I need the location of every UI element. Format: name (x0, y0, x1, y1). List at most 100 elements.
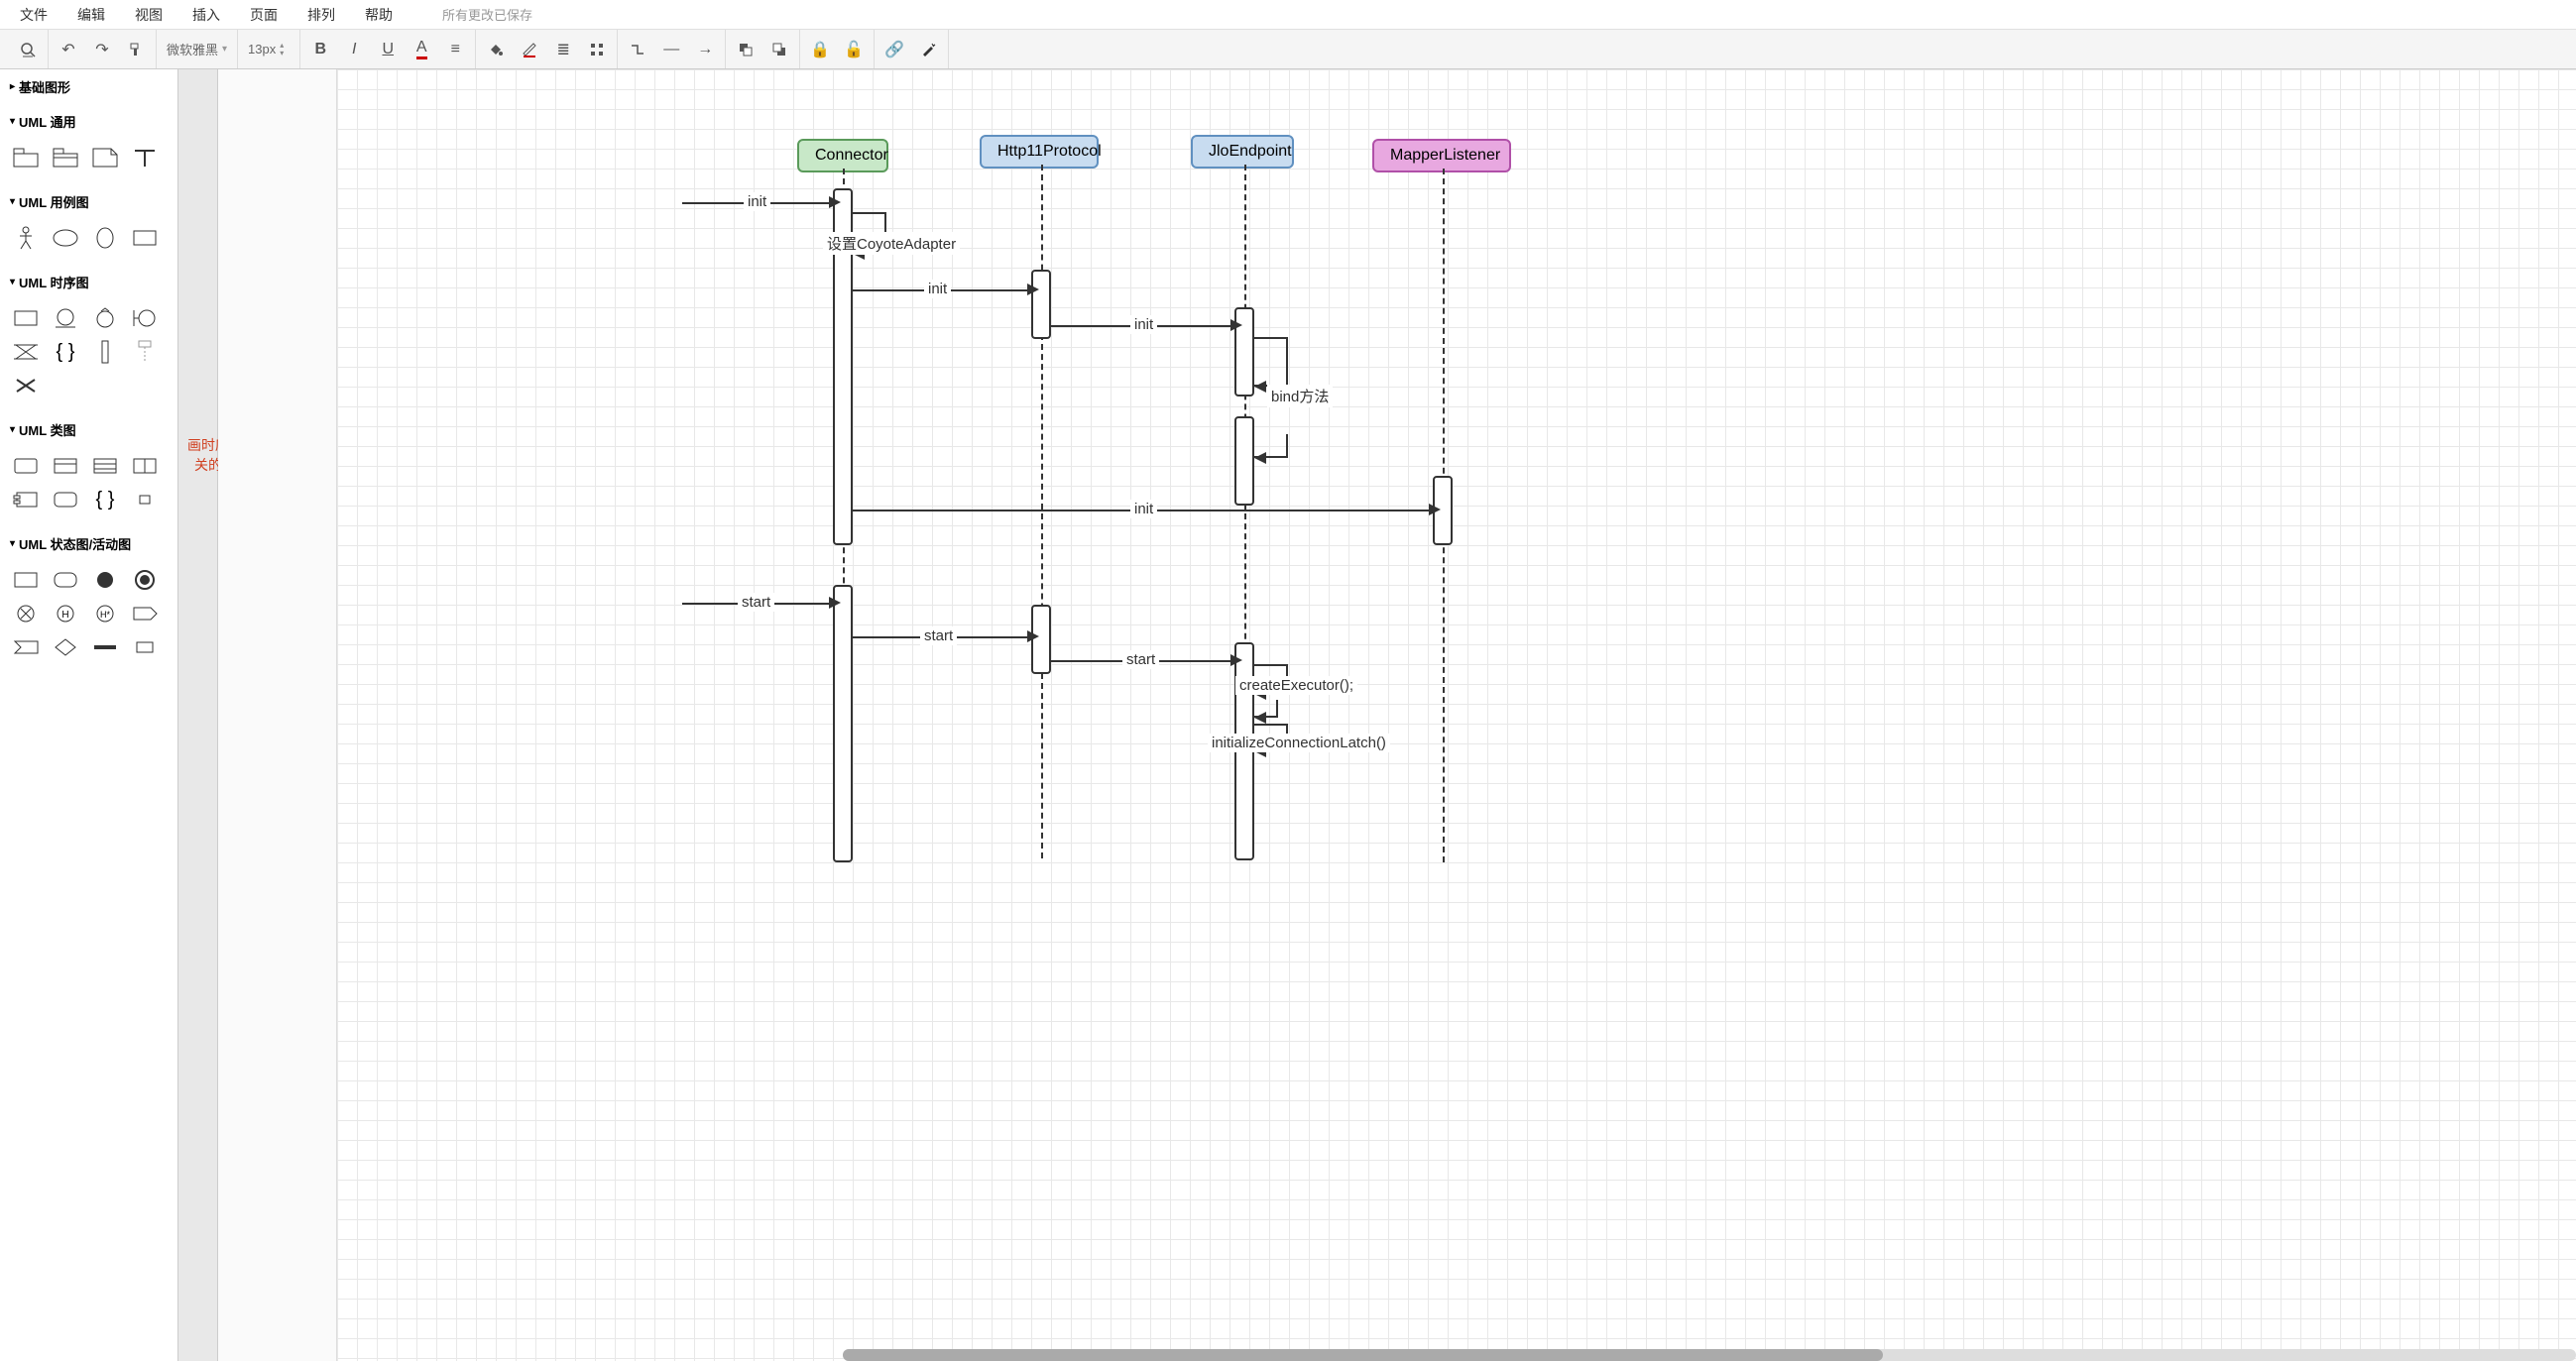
activation-bar[interactable] (1031, 270, 1051, 339)
font-size-input[interactable]: 13px ▴ ▾ (244, 40, 293, 59)
section-basic-shapes[interactable]: ▸基础图形 (0, 69, 177, 104)
underline-icon[interactable]: U (374, 36, 402, 63)
message-label: init (1130, 500, 1157, 518)
lifeline-http11protocol[interactable]: Http11Protocol (980, 135, 1099, 169)
text-align-icon[interactable]: ≡ (441, 36, 469, 63)
bold-icon[interactable]: B (306, 36, 334, 63)
font-color-icon[interactable]: A (408, 36, 435, 63)
shape-seq-boundary[interactable] (127, 303, 163, 333)
shape-class-simple[interactable] (8, 451, 44, 481)
shape-diamond[interactable] (48, 632, 83, 662)
message-label: createExecutor(); (1235, 676, 1357, 695)
shape-history[interactable]: H (48, 599, 83, 628)
arrow-start-icon[interactable]: — (657, 36, 685, 63)
shape-package[interactable] (8, 143, 44, 172)
menu-help[interactable]: 帮助 (365, 5, 393, 25)
menu-arrange[interactable]: 排列 (307, 5, 335, 25)
menu-page[interactable]: 页面 (250, 5, 278, 25)
shape-class-2[interactable] (48, 451, 83, 481)
shape-state-rounded[interactable] (48, 565, 83, 595)
shape-rect[interactable] (127, 223, 163, 253)
lifeline-mapperlistener[interactable]: MapperListener (1372, 139, 1511, 172)
shape-class-braces[interactable]: { } (87, 485, 123, 514)
message-label: initializeConnectionLatch() (1208, 734, 1390, 752)
section-uml-general[interactable]: ▾UML 通用 (0, 104, 177, 139)
lock-icon[interactable]: 🔒 (806, 36, 834, 63)
menu-insert[interactable]: 插入 (192, 5, 220, 25)
shape-seq-destroy[interactable] (8, 371, 44, 400)
shape-seq-control[interactable] (87, 303, 123, 333)
shape-final[interactable] (127, 565, 163, 595)
font-family-select[interactable]: 微软雅黑▾ (163, 38, 231, 60)
connector-type-icon[interactable] (624, 36, 651, 63)
section-uml-usecase[interactable]: ▾UML 用例图 (0, 184, 177, 219)
link-icon[interactable]: 🔗 (880, 36, 908, 63)
activation-bar[interactable] (833, 585, 853, 862)
message-label: init (924, 280, 951, 298)
shape-signal[interactable] (127, 599, 163, 628)
shape-folder[interactable] (48, 143, 83, 172)
shape-text[interactable] (127, 143, 163, 172)
shape-class-small[interactable] (127, 485, 163, 514)
zoom-icon[interactable] (14, 36, 42, 63)
arrow-end-icon[interactable]: → (691, 36, 719, 63)
svg-text:H: H (61, 610, 68, 621)
shapes-sidebar: ▸基础图形 ▾UML 通用 ▾UML 用例图 ▾UML 时序图 (0, 69, 178, 1361)
section-uml-state[interactable]: ▾UML 状态图/活动图 (0, 526, 177, 561)
align-distribute-icon[interactable]: ≣ (549, 36, 577, 63)
shape-state-rect[interactable] (8, 565, 44, 595)
message-label: init (1130, 315, 1157, 334)
shape-seq-rect[interactable] (8, 303, 44, 333)
shape-terminate[interactable] (8, 599, 44, 628)
line-color-icon[interactable] (516, 36, 543, 63)
canvas-area[interactable]: 画时序图相关的元素 Connector Http11Protocol JloEn… (178, 69, 2576, 1361)
shape-initial[interactable] (87, 565, 123, 595)
shape-component[interactable] (8, 485, 44, 514)
shape-receive[interactable] (8, 632, 44, 662)
shape-actor[interactable] (8, 223, 44, 253)
shape-seq-lifeline[interactable] (127, 337, 163, 367)
italic-icon[interactable]: I (340, 36, 368, 63)
fill-color-icon[interactable] (482, 36, 510, 63)
format-painter-icon[interactable] (122, 36, 150, 63)
arrow-head-icon (1230, 654, 1242, 666)
section-uml-class[interactable]: ▾UML 类图 (0, 412, 177, 447)
shape-class-rounded[interactable] (48, 485, 83, 514)
shape-class-4[interactable] (127, 451, 163, 481)
sequence-diagram[interactable]: Connector Http11Protocol JloEndpoint Map… (337, 69, 2576, 1361)
message-label: init (744, 192, 770, 211)
horizontal-scrollbar[interactable] (843, 1349, 2576, 1361)
font-size-down-icon[interactable]: ▾ (280, 50, 290, 57)
shape-seq-fragment[interactable] (8, 337, 44, 367)
unlock-icon[interactable]: 🔓 (840, 36, 868, 63)
send-back-icon[interactable] (765, 36, 793, 63)
menu-file[interactable]: 文件 (20, 5, 48, 25)
redo-icon[interactable]: ↷ (88, 36, 116, 63)
menu-edit[interactable]: 编辑 (77, 5, 105, 25)
undo-icon[interactable]: ↶ (55, 36, 82, 63)
self-call[interactable] (1254, 337, 1288, 387)
shape-oval[interactable] (87, 223, 123, 253)
shape-seq-braces[interactable]: { } (48, 337, 83, 367)
shape-state-small[interactable] (127, 632, 163, 662)
canvas-ruler: 画时序图相关的元素 (178, 69, 218, 1361)
shape-ellipse[interactable] (48, 223, 83, 253)
menu-view[interactable]: 视图 (135, 5, 163, 25)
magic-wand-icon[interactable] (914, 36, 942, 63)
distribute-icon[interactable] (583, 36, 611, 63)
shape-note[interactable] (87, 143, 123, 172)
arrow-head-icon (1254, 381, 1266, 393)
activation-bar[interactable] (1234, 416, 1254, 506)
arrow-head-icon (1429, 504, 1441, 515)
lifeline-dash (1041, 165, 1043, 858)
bring-front-icon[interactable] (732, 36, 760, 63)
section-uml-sequence[interactable]: ▾UML 时序图 (0, 265, 177, 299)
shape-seq-activation[interactable] (87, 337, 123, 367)
shape-seq-entity[interactable] (48, 303, 83, 333)
lifeline-connector[interactable]: Connector (797, 139, 888, 172)
arrow-head-icon (829, 196, 841, 208)
shape-deep-history[interactable]: H* (87, 599, 123, 628)
lifeline-jloendpoint[interactable]: JloEndpoint (1191, 135, 1294, 169)
shape-bar[interactable] (87, 632, 123, 662)
shape-class-3[interactable] (87, 451, 123, 481)
